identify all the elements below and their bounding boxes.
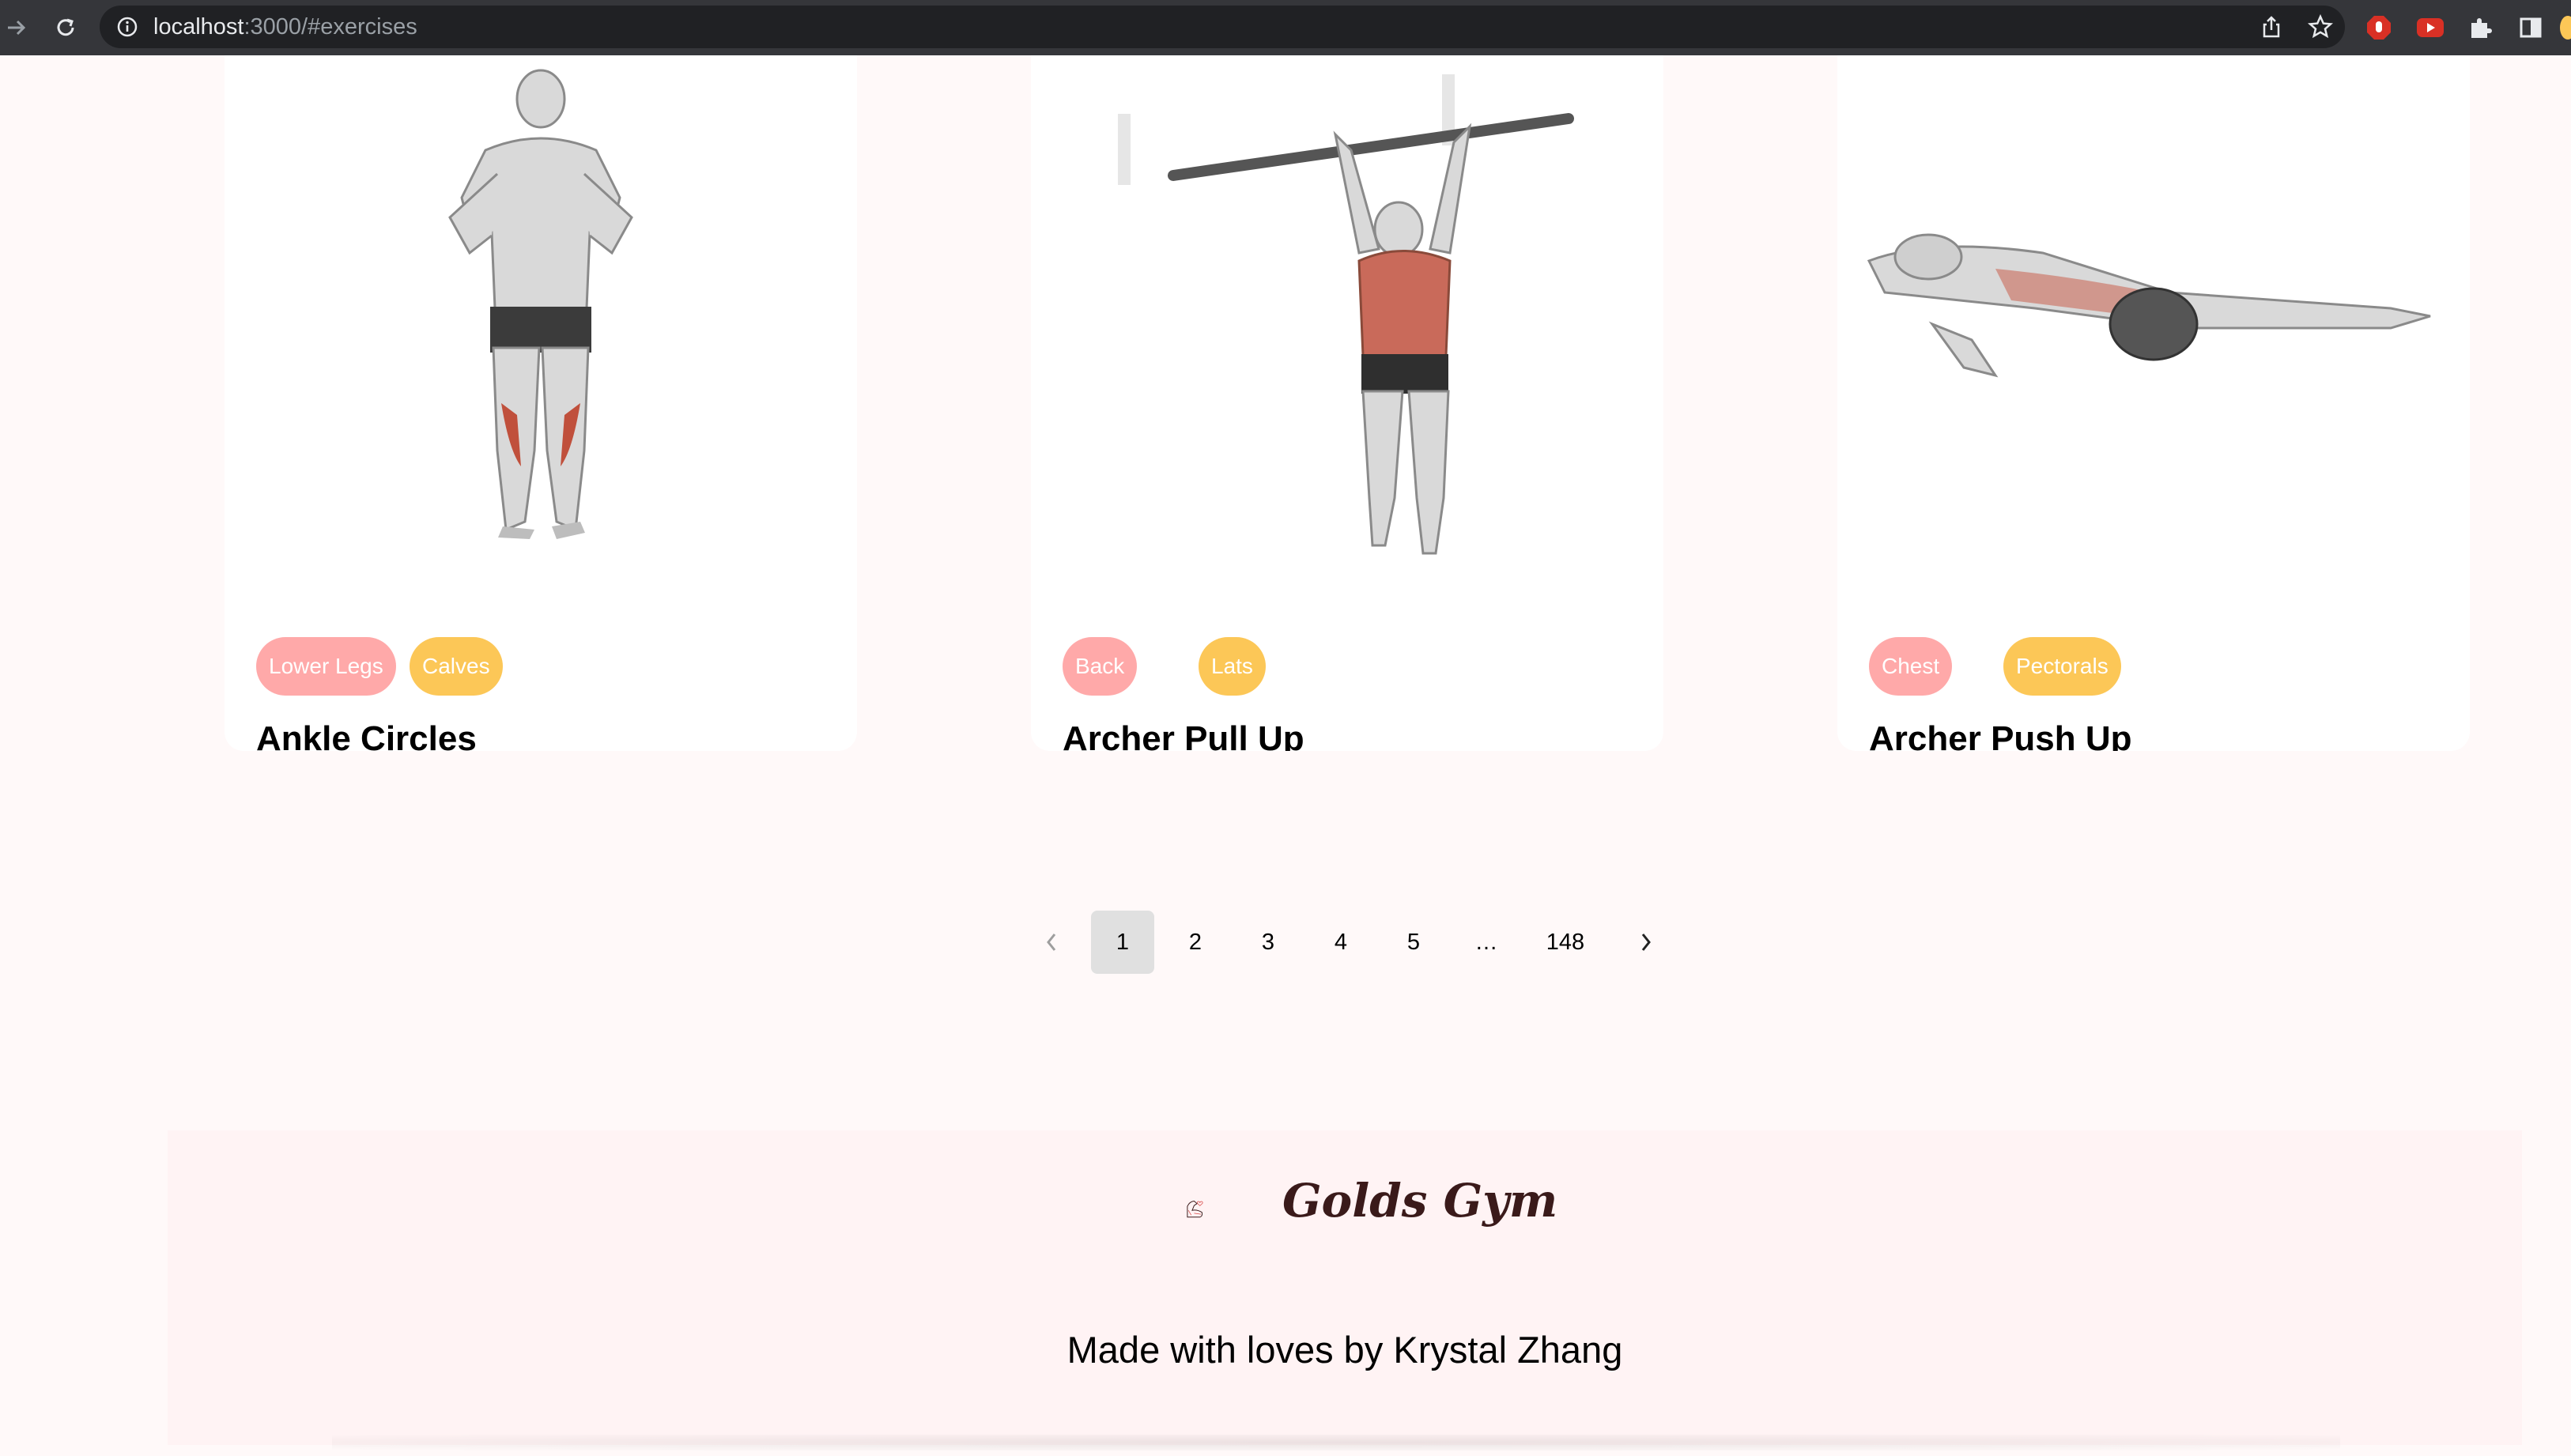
exercise-card[interactable]: Lower Legs Calves Ankle Circles (225, 55, 857, 751)
share-icon[interactable] (2256, 12, 2286, 42)
side-panel-icon[interactable] (2516, 13, 2546, 43)
chevron-left-icon[interactable] (1020, 911, 1083, 974)
exercise-illustration (1118, 74, 1574, 555)
page-button-current[interactable]: 1 (1091, 911, 1154, 974)
profile-avatar[interactable] (2560, 13, 2571, 43)
browser-toolbar: localhost:3000/#exercises (0, 0, 2571, 55)
info-icon[interactable] (111, 10, 144, 43)
bottom-shadow (332, 1435, 2340, 1450)
reload-icon[interactable] (49, 11, 82, 44)
youtube-extension-icon[interactable] (2415, 13, 2445, 43)
exercise-title: Archer Pull Up (1063, 719, 1304, 751)
footer: Golds Gym Made with loves by Krystal Zha… (168, 1130, 2522, 1445)
flexed-arm-heart-icon (1187, 1200, 1203, 1218)
body-part-tag[interactable]: Back (1063, 637, 1138, 696)
target-muscle-tag[interactable]: Pectorals (2003, 637, 2121, 696)
address-bar[interactable]: localhost:3000/#exercises (100, 6, 2345, 48)
brand-name: Golds Gym (1282, 1174, 1558, 1228)
exercise-illustration (1867, 233, 2431, 378)
exercise-illustration (448, 69, 633, 539)
body-part-tag[interactable]: Lower Legs (256, 637, 396, 696)
target-muscle-tag[interactable]: Lats (1199, 637, 1266, 696)
extensions-puzzle-icon[interactable] (2465, 13, 2495, 43)
page-button[interactable]: 4 (1309, 911, 1372, 974)
page-button-last[interactable]: 148 (1526, 911, 1605, 974)
chevron-right-icon[interactable] (1614, 911, 1678, 974)
exercise-title: Ankle Circles (256, 719, 477, 751)
adblock-icon[interactable] (2364, 13, 2394, 43)
page-button[interactable]: 2 (1164, 911, 1227, 974)
body-part-tag[interactable]: Chest (1869, 637, 1953, 696)
exercise-card[interactable]: Back Lats Archer Pull Up (1031, 55, 1663, 751)
exercise-card[interactable]: Chest Pectorals Archer Push Up (1837, 55, 2470, 751)
url-text[interactable]: localhost:3000/#exercises (153, 6, 417, 48)
target-muscle-tag[interactable]: Calves (410, 637, 503, 696)
exercise-title: Archer Push Up (1869, 719, 2132, 751)
page-button[interactable]: 3 (1236, 911, 1300, 974)
bookmark-star-icon[interactable] (2305, 12, 2335, 42)
footer-credit: Made with loves by Krystal Zhang (1067, 1329, 1623, 1371)
page-button[interactable]: 5 (1382, 911, 1445, 974)
forward-arrow-icon[interactable] (0, 11, 33, 44)
pagination-ellipsis: … (1474, 930, 1498, 955)
